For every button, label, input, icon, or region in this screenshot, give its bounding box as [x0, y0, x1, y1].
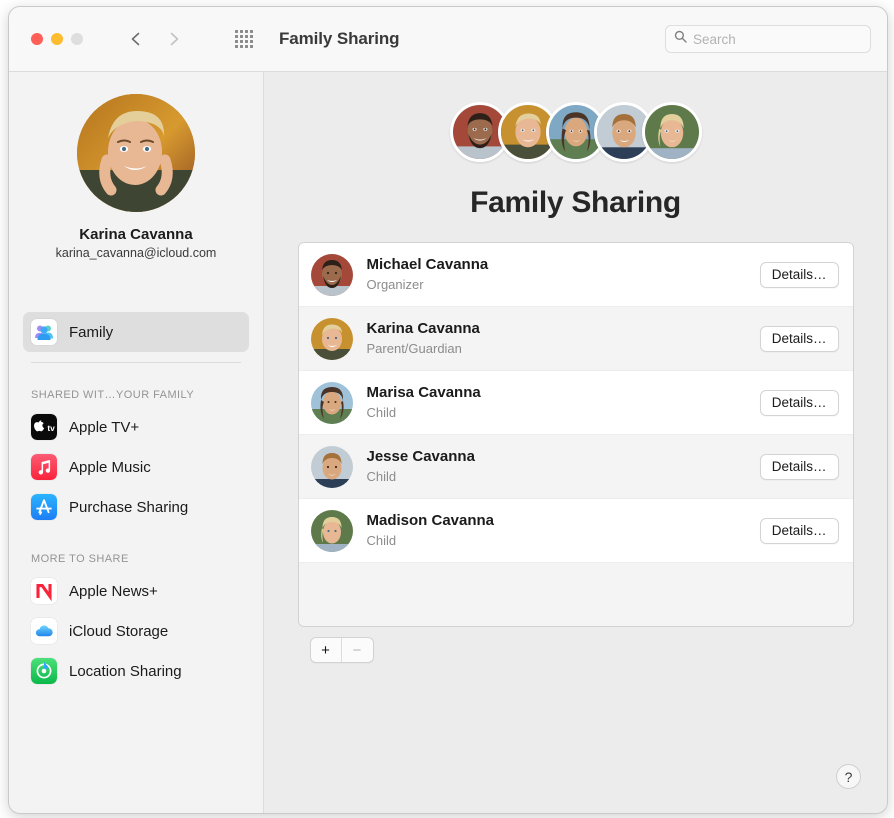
apple-news-plus-icon: [31, 578, 57, 604]
michael-avatar: [310, 253, 353, 296]
member-info: Marisa Cavanna Child: [367, 384, 760, 421]
member-name: Jesse Cavanna: [366, 447, 475, 465]
window-toolbar: Family Sharing: [9, 7, 887, 72]
sidebar-item-label: Apple Music: [69, 458, 151, 476]
avatar: [77, 94, 195, 212]
sidebar-item-icloud-storage[interactable]: iCloud Storage: [23, 611, 249, 651]
sidebar-section-header-more: MORE TO SHARE: [31, 553, 129, 565]
search-icon: [674, 30, 687, 48]
zoom-button: [71, 33, 83, 45]
sidebar-item-label: Location Sharing: [69, 662, 182, 680]
search-field[interactable]: [665, 25, 871, 53]
profile-block: Karina Cavanna karina_cavanna@icloud.com: [9, 72, 263, 260]
traffic-lights: [31, 33, 83, 45]
details-button[interactable]: Details…: [759, 325, 839, 352]
sidebar-item-apple-news-plus[interactable]: Apple News+: [23, 571, 249, 611]
member-info: Madison Cavanna Child: [367, 512, 760, 549]
member-name: Karina Cavanna: [366, 319, 480, 337]
search-input[interactable]: [693, 31, 862, 47]
member-info: Michael Cavanna Organizer: [367, 256, 760, 293]
member-info: Jesse Cavanna Child: [367, 448, 760, 485]
page-title: Family Sharing: [470, 186, 681, 219]
table-row[interactable]: Michael Cavanna Organizer Details…: [298, 243, 853, 307]
app-store-icon: [31, 494, 57, 520]
table-row[interactable]: Jesse Cavanna Child Details…: [298, 435, 853, 499]
window-title: Family Sharing: [279, 29, 400, 48]
details-button[interactable]: Details…: [759, 389, 839, 416]
chevron-left-icon[interactable]: [127, 30, 145, 48]
system-preferences-window: Family Sharing Search Karina Cavanna kar…: [8, 6, 888, 814]
member-info: Karina Cavanna Parent/Guardian: [367, 320, 760, 357]
family-member-list: Michael Cavanna Organizer Details… Karin…: [297, 242, 854, 627]
madison-avatar: [310, 509, 353, 552]
member-role: Parent/Guardian: [366, 340, 462, 356]
madison-avatar: [641, 102, 702, 162]
close-button[interactable]: [31, 33, 43, 45]
details-button[interactable]: Details…: [759, 517, 839, 544]
table-row[interactable]: Madison Cavanna Child Details…: [298, 499, 853, 563]
table-row[interactable]: Marisa Cavanna Child Details…: [298, 371, 853, 435]
sidebar-divider: [31, 362, 241, 363]
svg-text:tv: tv: [47, 423, 55, 433]
chevron-right-icon: [165, 30, 183, 48]
sidebar-item-label: Apple TV+: [69, 418, 140, 436]
sidebar-item-label: iCloud Storage: [69, 622, 169, 640]
jesse-avatar: [310, 445, 353, 488]
sidebar-section-header-shared: SHARED WIT…YOUR FAMILY: [31, 389, 195, 401]
apple-music-icon: [31, 454, 57, 480]
member-name: Marisa Cavanna: [366, 383, 481, 401]
family-people-icon: [31, 319, 57, 345]
family-avatar-stack: [264, 72, 887, 168]
profile-name: Karina Cavanna: [79, 226, 193, 243]
content-pane: Family Sharing Michael Cavanna Organizer…: [264, 72, 887, 813]
icloud-icon: [31, 618, 57, 644]
details-button[interactable]: Details…: [759, 453, 839, 480]
show-all-grid-icon[interactable]: [235, 30, 253, 48]
sidebar-item-location-sharing[interactable]: Location Sharing: [23, 651, 249, 691]
find-my-icon: [31, 658, 57, 684]
remove-member-button: −: [342, 638, 373, 662]
sidebar-item-purchase-sharing[interactable]: Purchase Sharing: [23, 487, 249, 527]
list-empty-area: [298, 563, 853, 626]
sidebar-item-apple-music[interactable]: Apple Music: [23, 447, 249, 487]
table-row[interactable]: Karina Cavanna Parent/Guardian Details…: [298, 307, 853, 371]
sidebar-item-label: Family: [69, 323, 114, 341]
karina-avatar: [310, 317, 353, 360]
window-body: Karina Cavanna karina_cavanna@icloud.com: [9, 72, 887, 813]
sidebar-item-label: Purchase Sharing: [69, 498, 189, 516]
list-toolbar: + −: [298, 627, 854, 663]
member-name: Michael Cavanna: [366, 255, 489, 273]
sidebar-item-apple-tv-plus[interactable]: tv Apple TV+: [23, 407, 249, 447]
profile-email: karina_cavanna@icloud.com: [55, 246, 217, 260]
sidebar-item-family[interactable]: Family: [23, 312, 249, 352]
sidebar: Karina Cavanna karina_cavanna@icloud.com: [9, 72, 264, 813]
help-button[interactable]: ?: [836, 764, 861, 789]
member-role: Child: [366, 532, 397, 548]
marisa-avatar: [310, 381, 353, 424]
member-role: Child: [366, 404, 397, 420]
member-name: Madison Cavanna: [366, 511, 495, 529]
details-button[interactable]: Details…: [759, 261, 839, 288]
member-role: Organizer: [366, 276, 424, 292]
add-remove-segmented-control: + −: [309, 637, 374, 663]
minimize-button[interactable]: [51, 33, 63, 45]
member-role: Child: [366, 468, 397, 484]
apple-tv-plus-icon: tv: [31, 414, 57, 440]
add-member-button[interactable]: +: [311, 638, 342, 662]
sidebar-item-label: Apple News+: [69, 582, 158, 600]
navigation-buttons: [127, 30, 253, 48]
